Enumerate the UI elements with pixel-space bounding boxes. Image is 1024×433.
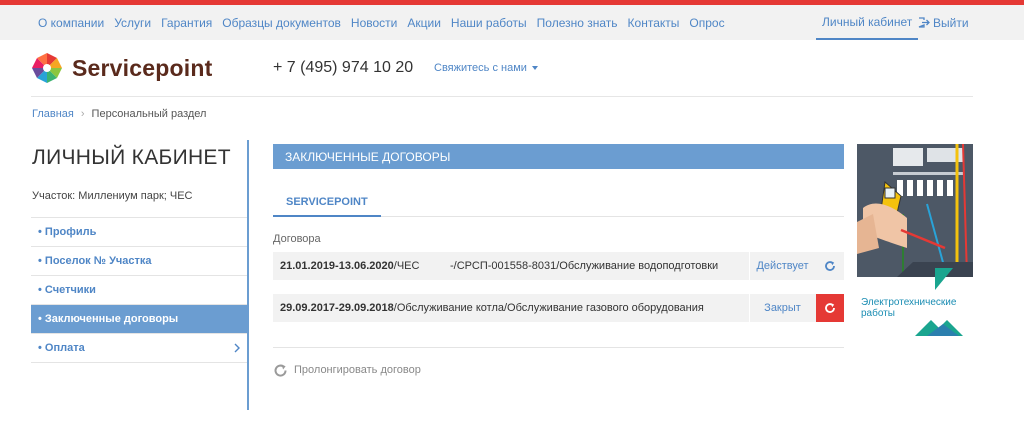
nav-services[interactable]: Услуги [114, 16, 151, 30]
svg-text:Электротехнические: Электротехнические [861, 297, 957, 308]
contract-status[interactable]: Действует [749, 252, 815, 280]
sidebar-item-label: • Счетчики [38, 284, 96, 296]
contract-status[interactable]: Закрыт [749, 294, 815, 322]
svg-text:работы: работы [861, 307, 895, 319]
chevron-right-icon [234, 343, 240, 353]
breadcrumb-home[interactable]: Главная [32, 108, 74, 120]
breadcrumb-separator: › [80, 108, 85, 120]
contract-row: 21.01.2019-13.06.2020/ЧЕС -/СРСП-001558-… [273, 252, 844, 280]
contract-text: 21.01.2019-13.06.2020/ЧЕС -/СРСП-001558-… [280, 252, 718, 280]
tab-servicepoint[interactable]: SERVICEPOINT [273, 188, 381, 217]
nav-useful[interactable]: Полезно знать [537, 16, 618, 30]
contract-description: /ЧЕС -/СРСП-001558-8031/Обслуживание вод… [393, 260, 719, 272]
sidebar-item-plot[interactable]: • Поселок № Участка [31, 247, 247, 276]
nav-news[interactable]: Новости [351, 16, 397, 30]
contract-description: /Обслуживание котла/Обслуживание газовог… [393, 302, 704, 314]
contact-us-dropdown[interactable]: Свяжитесь с нами [434, 62, 538, 74]
content-divider [273, 347, 844, 348]
logout-label: Выйти [933, 15, 969, 30]
tabs: SERVICEPOINT [273, 188, 844, 217]
top-navigation: О компании Услуги Гарантия Образцы докум… [0, 5, 1024, 40]
brand-name[interactable]: Servicepoint [72, 55, 212, 82]
sidebar-item-label: • Оплата [38, 342, 85, 354]
sidebar: ЛИЧНЫЙ КАБИНЕТ Участок: Миллениум парк; … [31, 140, 249, 410]
sidebar-item-label: • Профиль [38, 226, 97, 238]
nav-warranty[interactable]: Гарантия [161, 16, 212, 30]
sidebar-item-payment[interactable]: • Оплата [31, 334, 247, 363]
logout-button[interactable]: Выйти [918, 5, 969, 40]
contact-us-label: Свяжитесь с нами [434, 62, 527, 74]
page-title: ЛИЧНЫЙ КАБИНЕТ [32, 146, 231, 169]
header-divider [31, 96, 973, 97]
sidebar-item-profile[interactable]: • Профиль [31, 218, 247, 247]
renew-button[interactable] [816, 294, 844, 322]
phone-number: + 7 (495) 974 10 20 [273, 59, 414, 76]
top-menu: О компании Услуги Гарантия Образцы докум… [38, 5, 735, 40]
prolong-label: Пролонгировать договор [294, 364, 421, 376]
sidebar-item-contracts[interactable]: • Заключенные договоры [31, 305, 247, 334]
nav-documents[interactable]: Образцы документов [222, 16, 341, 30]
contract-dates: 21.01.2019-13.06.2020 [280, 260, 394, 272]
sidebar-item-meters[interactable]: • Счетчики [31, 276, 247, 305]
sidebar-nav: • Профиль • Поселок № Участка • Счетчики… [31, 217, 247, 363]
member-info: Участок: Миллениум парк; ЧЕС [32, 190, 193, 202]
breadcrumb-current: Персональный раздел [91, 108, 207, 120]
nav-about[interactable]: О компании [38, 16, 104, 30]
sidebar-item-label: • Поселок № Участка [38, 255, 152, 267]
main-content: ЗАКЛЮЧЕННЫЕ ДОГОВОРЫ SERVICEPOINT Догово… [273, 144, 844, 377]
refresh-icon [825, 261, 835, 271]
sidebar-item-label: • Заключенные договоры [38, 313, 179, 325]
contract-text: 29.09.2017-29.09.2018/Обслуживание котла… [280, 294, 704, 322]
contracts-label: Договора [273, 233, 321, 245]
nav-contacts[interactable]: Контакты [628, 16, 680, 30]
site-header: Servicepoint + 7 (495) 974 10 20 Свяжите… [0, 40, 1024, 98]
logo-icon[interactable] [31, 52, 63, 84]
refresh-button[interactable] [816, 252, 844, 280]
nav-works[interactable]: Наши работы [451, 16, 527, 30]
nav-survey[interactable]: Опрос [689, 16, 724, 30]
logout-icon [918, 17, 930, 28]
nav-personal-cabinet[interactable]: Личный кабинет [816, 5, 919, 40]
section-banner: ЗАКЛЮЧЕННЫЕ ДОГОВОРЫ [273, 144, 844, 169]
refresh-icon [274, 364, 287, 377]
caret-down-icon [531, 66, 538, 71]
prolong-contract-button[interactable]: Пролонгировать договор [273, 362, 421, 378]
electrical-works-ad[interactable]: Электротехнические работы [857, 144, 973, 340]
nav-promotions[interactable]: Акции [407, 16, 441, 30]
breadcrumb: Главная › Персональный раздел [32, 108, 206, 120]
contract-row: 29.09.2017-29.09.2018/Обслуживание котла… [273, 294, 844, 322]
contract-dates: 29.09.2017-29.09.2018 [280, 302, 394, 314]
refresh-icon [825, 303, 835, 313]
